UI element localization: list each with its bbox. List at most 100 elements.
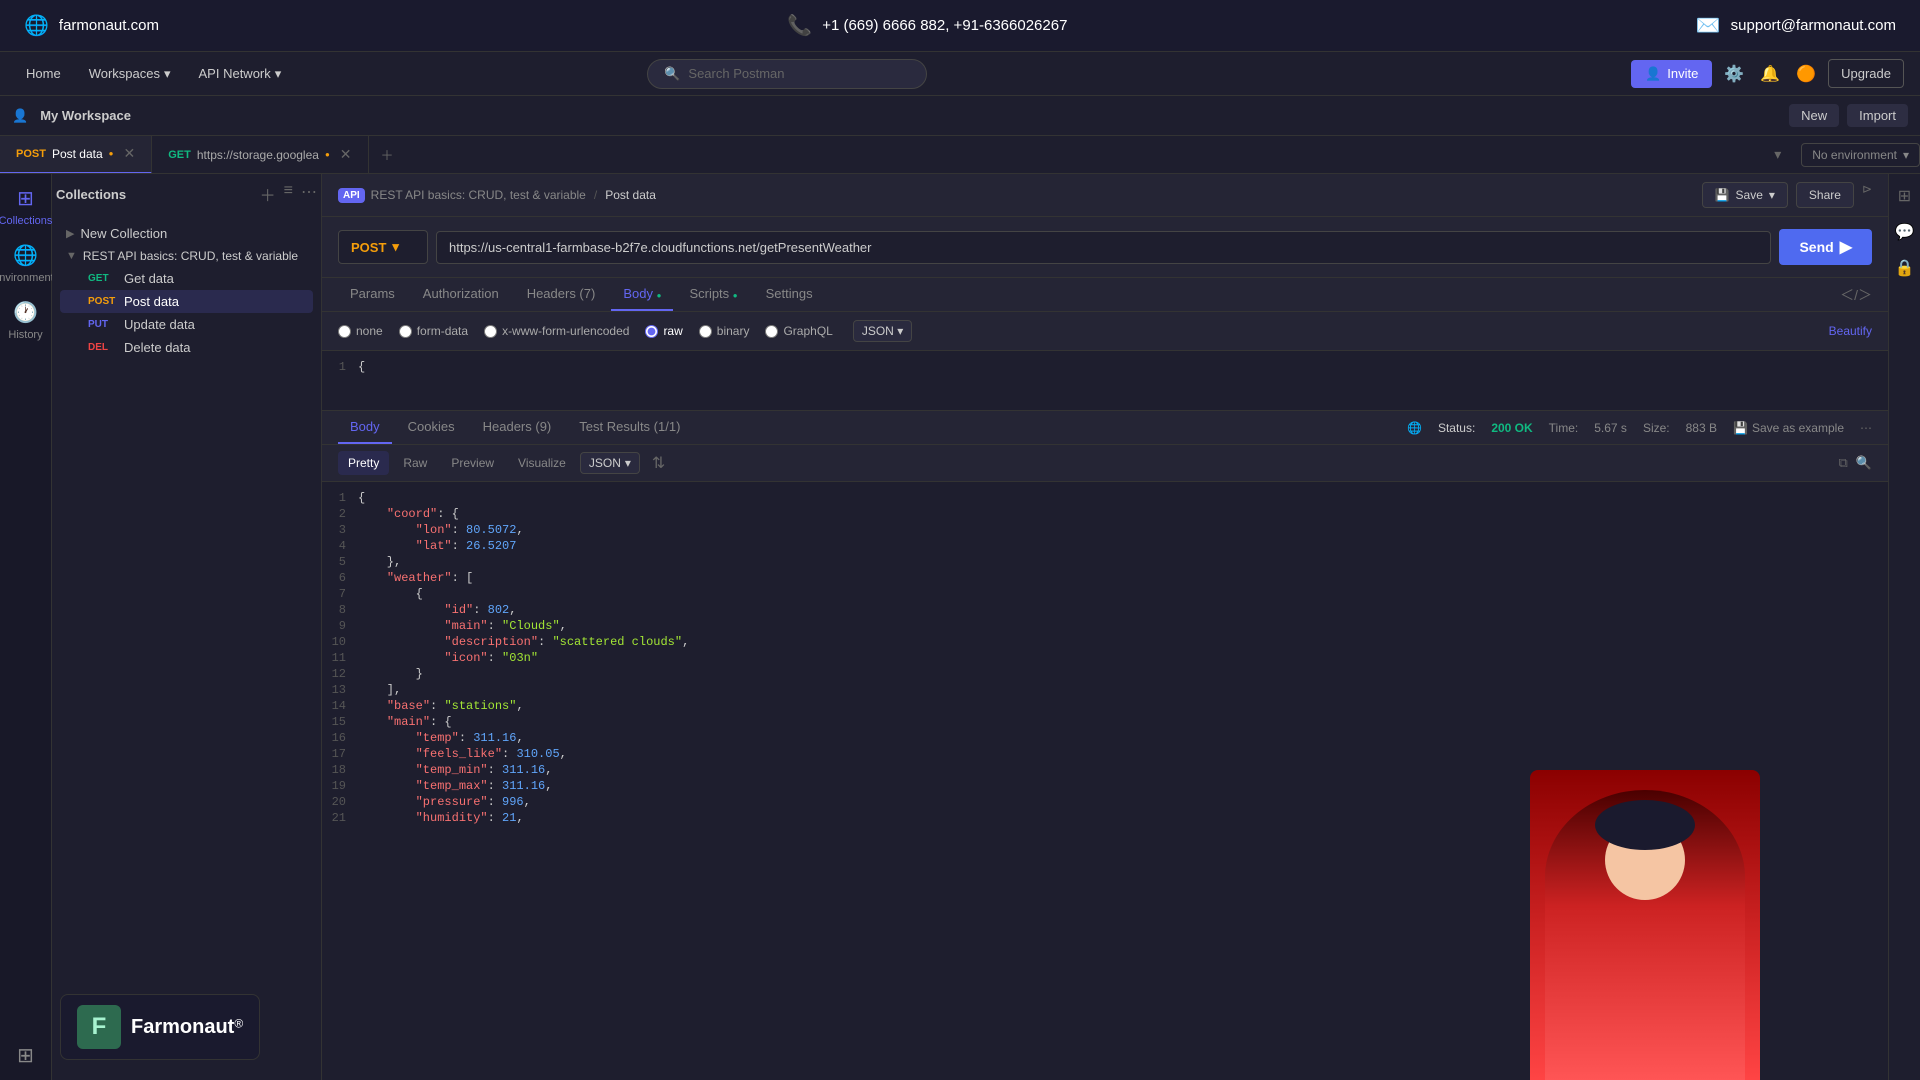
body-line-1: 1 { bbox=[322, 359, 1888, 375]
email-icon: ✉️ bbox=[1696, 13, 1721, 38]
search-bar[interactable]: 🔍 Search Postman bbox=[647, 59, 927, 89]
body-graphql-option[interactable]: GraphQL bbox=[765, 324, 832, 338]
upgrade-button[interactable]: Upgrade bbox=[1828, 59, 1904, 88]
invite-button[interactable]: 👤 Invite bbox=[1631, 60, 1712, 88]
rest-api-collection[interactable]: ▼ REST API basics: CRUD, test & variable bbox=[60, 245, 313, 267]
body-options: none form-data x-www-form-urlencoded raw… bbox=[322, 312, 1888, 351]
body-none-option[interactable]: none bbox=[338, 324, 383, 338]
sidebar-collections-panel: Collections ＋ ≡ ⋯ ▶ New Collection ▼ RES… bbox=[52, 174, 322, 1080]
tabs-chevron-icon[interactable]: ▾ bbox=[1774, 146, 1781, 163]
resp-tab-test-results[interactable]: Test Results (1/1) bbox=[567, 411, 692, 444]
right-panel-icon-3[interactable]: 🔒 bbox=[1895, 258, 1915, 278]
more-resp-icon[interactable]: ⋯ bbox=[1860, 421, 1872, 435]
send-button[interactable]: Send ▶ bbox=[1779, 229, 1872, 265]
filter-icon[interactable]: ≡ bbox=[284, 182, 293, 206]
time-label: Time: bbox=[1549, 421, 1579, 435]
tab-get-storage[interactable]: GET https://storage.googlea ● ✕ bbox=[152, 136, 368, 174]
avatar-icon[interactable]: 🟠 bbox=[1792, 60, 1820, 88]
sidebar-item-apps[interactable]: ⊞ bbox=[17, 1043, 34, 1068]
resp-tab-headers[interactable]: Headers (9) bbox=[471, 411, 564, 444]
beautify-button[interactable]: Beautify bbox=[1829, 324, 1872, 338]
method-selector[interactable]: POST ▾ bbox=[338, 230, 428, 264]
resp-search-icon[interactable]: 🔍 bbox=[1856, 455, 1872, 471]
status-value: 200 OK bbox=[1491, 421, 1532, 435]
environment-selector[interactable]: No environment ▾ bbox=[1801, 143, 1920, 167]
import-button[interactable]: Import bbox=[1847, 104, 1908, 127]
sidebar-get-data[interactable]: GET Get data bbox=[60, 267, 313, 290]
new-button[interactable]: New bbox=[1789, 104, 1839, 127]
nav-api-network[interactable]: API Network ▾ bbox=[189, 60, 292, 88]
chevron-down-icon: ▾ bbox=[275, 66, 282, 82]
bell-icon[interactable]: 🔔 bbox=[1756, 60, 1784, 88]
resp-format-chevron-icon: ▾ bbox=[625, 456, 631, 470]
tab-label-get: https://storage.googlea bbox=[197, 148, 319, 162]
tab-authorization[interactable]: Authorization bbox=[411, 278, 511, 311]
tab-headers[interactable]: Headers (7) bbox=[515, 278, 608, 311]
farmonaut-name: Farmonaut® bbox=[131, 1016, 243, 1039]
resp-view-visualize[interactable]: Visualize bbox=[508, 451, 576, 475]
phone-icon: 📞 bbox=[787, 13, 812, 38]
url-input[interactable] bbox=[436, 231, 1771, 264]
resp-tab-body[interactable]: Body bbox=[338, 411, 392, 444]
breadcrumb-actions: 💾 Save ▾ Share ⊳ bbox=[1702, 182, 1872, 208]
env-chevron-icon: ▾ bbox=[1903, 148, 1909, 162]
resp-line: 12 } bbox=[322, 666, 1888, 682]
sidebar-post-data[interactable]: POST Post data bbox=[60, 290, 313, 313]
resp-line: 17 "feels_like": 310.05, bbox=[322, 746, 1888, 762]
save-example-button[interactable]: 💾 Save as example bbox=[1733, 421, 1844, 435]
resp-view-pretty[interactable]: Pretty bbox=[338, 451, 389, 475]
sidebar-del-data[interactable]: DEL Delete data bbox=[60, 336, 313, 359]
body-editor[interactable]: 1 { bbox=[322, 351, 1888, 411]
tab-settings[interactable]: Settings bbox=[754, 278, 825, 311]
sidebar-item-collections[interactable]: ⊞ Collections bbox=[0, 186, 52, 227]
resp-view-preview[interactable]: Preview bbox=[441, 451, 504, 475]
tab-post-data[interactable]: POST Post data ● ✕ bbox=[0, 136, 152, 174]
body-binary-option[interactable]: binary bbox=[699, 324, 750, 338]
right-icon-rail: ⊞ 💬 🔒 bbox=[1888, 174, 1920, 1080]
api-icon: API bbox=[338, 188, 365, 203]
more-options-icon[interactable]: ⋯ bbox=[301, 182, 317, 206]
sidebar-content: ▶ New Collection ▼ REST API basics: CRUD… bbox=[52, 214, 321, 1080]
save-button[interactable]: 💾 Save ▾ bbox=[1702, 182, 1788, 208]
sidebar-item-environments[interactable]: 🌐 Environments bbox=[0, 243, 59, 284]
side-panel-icon[interactable]: ⊳ bbox=[1862, 182, 1872, 208]
sidebar-put-data[interactable]: PUT Update data bbox=[60, 313, 313, 336]
code-snippet-icon[interactable]: ＜/＞ bbox=[1840, 285, 1872, 305]
chevron-down-icon: ▾ bbox=[164, 66, 171, 82]
share-button[interactable]: Share bbox=[1796, 182, 1854, 208]
tab-params[interactable]: Params bbox=[338, 278, 407, 311]
body-form-data-option[interactable]: form-data bbox=[399, 324, 468, 338]
tab-body[interactable]: Body ● bbox=[611, 278, 673, 311]
right-panel-icon-1[interactable]: ⊞ bbox=[1898, 186, 1911, 206]
resp-tab-cookies[interactable]: Cookies bbox=[396, 411, 467, 444]
workspace-name: My Workspace bbox=[40, 108, 131, 123]
tab-scripts[interactable]: Scripts ● bbox=[677, 278, 749, 311]
response-view-tabs: Pretty Raw Preview Visualize JSON ▾ ⇅ ⧉ … bbox=[322, 445, 1888, 482]
banner-email: ✉️ support@farmonaut.com bbox=[1696, 13, 1896, 38]
settings-icon[interactable]: ⚙️ bbox=[1720, 60, 1748, 88]
new-collection-item[interactable]: ▶ New Collection bbox=[60, 222, 313, 245]
url-bar: POST ▾ Send ▶ bbox=[322, 217, 1888, 278]
farmonaut-logo: F Farmonaut® bbox=[60, 994, 260, 1060]
json-format-selector[interactable]: JSON ▾ bbox=[853, 320, 912, 342]
apps-icon: ⊞ bbox=[17, 1043, 34, 1068]
tab-method-post: POST bbox=[16, 148, 46, 160]
resp-filter-icon[interactable]: ⇅ bbox=[652, 453, 665, 473]
resp-line: 6 "weather": [ bbox=[322, 570, 1888, 586]
nav-home[interactable]: Home bbox=[16, 60, 71, 87]
add-collection-icon[interactable]: ＋ bbox=[260, 182, 276, 206]
body-raw-option[interactable]: raw bbox=[645, 324, 682, 338]
resp-copy-icon[interactable]: ⧉ bbox=[1839, 455, 1848, 471]
body-urlencoded-option[interactable]: x-www-form-urlencoded bbox=[484, 324, 629, 338]
tab-close-icon-2[interactable]: ✕ bbox=[340, 146, 352, 163]
add-tab-button[interactable]: ＋ bbox=[369, 136, 406, 174]
nav-workspaces[interactable]: Workspaces ▾ bbox=[79, 60, 181, 88]
resp-json-selector[interactable]: JSON ▾ bbox=[580, 452, 640, 474]
tab-close-icon[interactable]: ✕ bbox=[124, 145, 136, 162]
resp-view-raw[interactable]: Raw bbox=[393, 451, 437, 475]
right-panel-icon-2[interactable]: 💬 bbox=[1895, 222, 1915, 242]
chevron-right-icon: ▶ bbox=[66, 227, 74, 240]
tab-label-post: Post data bbox=[52, 147, 103, 161]
sidebar-item-history[interactable]: 🕐 History bbox=[8, 300, 42, 341]
resp-line: 15 "main": { bbox=[322, 714, 1888, 730]
